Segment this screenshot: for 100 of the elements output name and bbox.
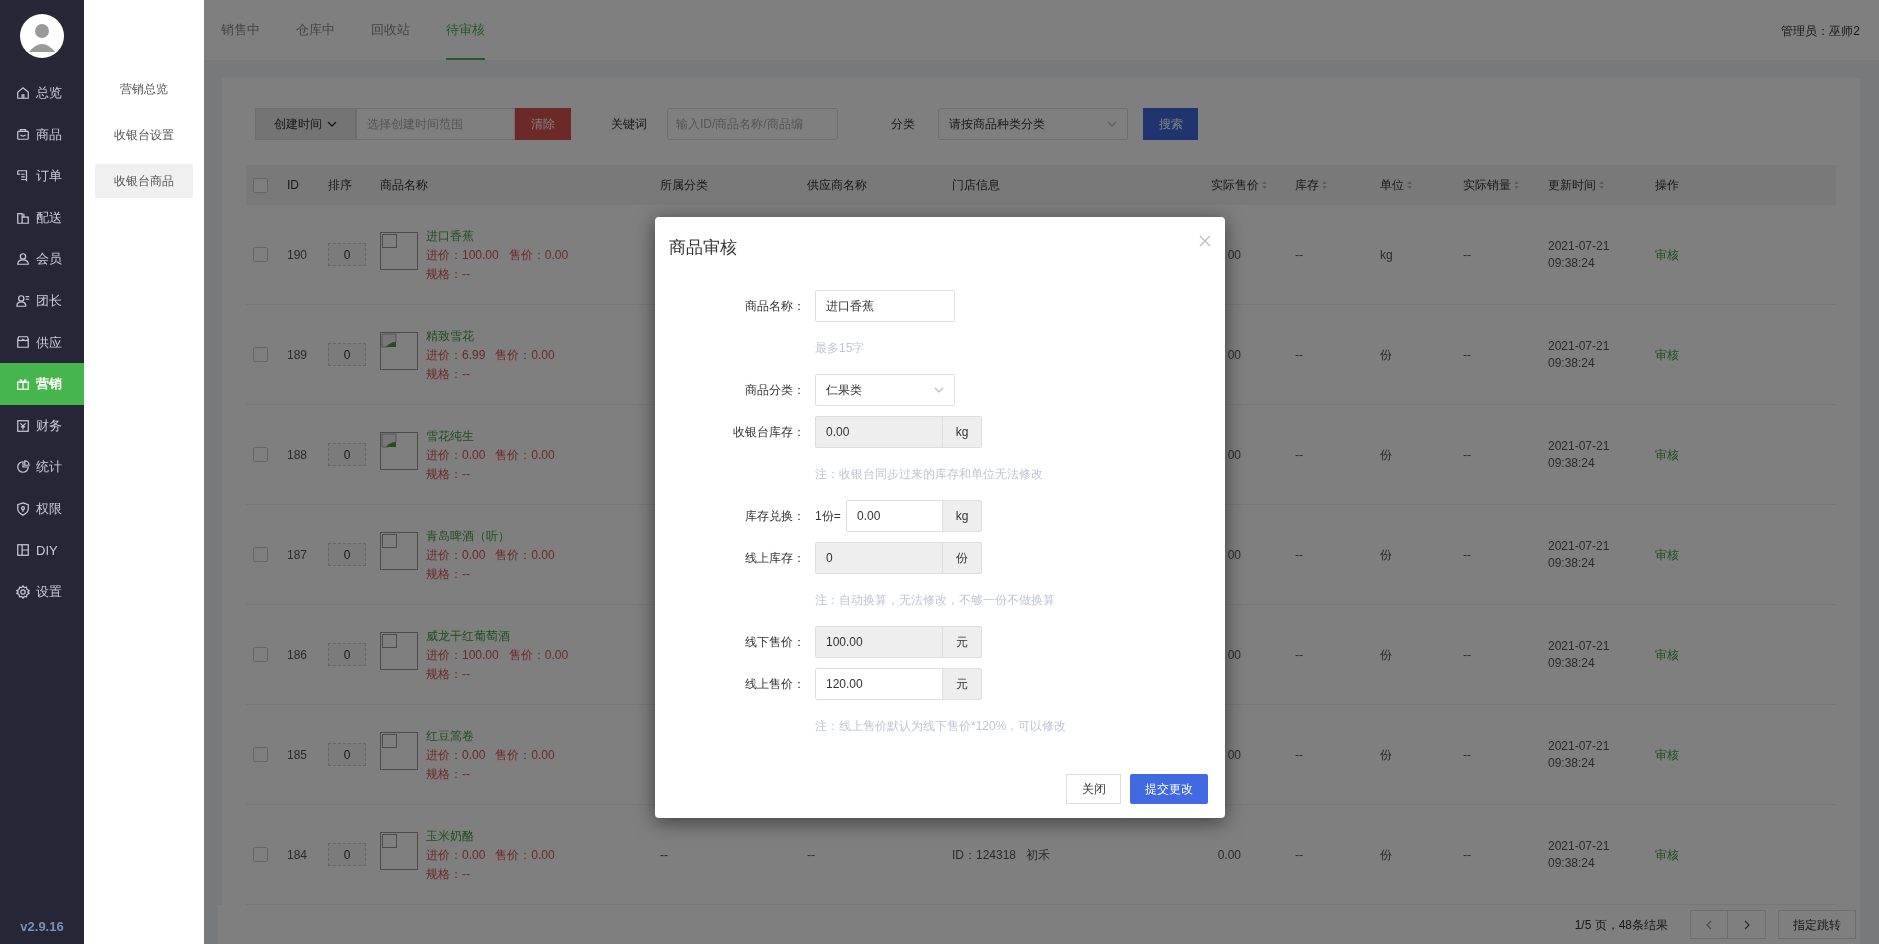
table-cell: -- [1463,447,1471,462]
submenu-item[interactable]: 收银台商品 [95,164,193,198]
table-cell: kg [1380,247,1393,262]
table-cell-text: 00 [1227,246,1241,264]
number-field[interactable]: 0.00 [815,416,943,448]
sidebar-item[interactable]: 营销 [0,363,84,405]
user-list-icon [16,293,30,308]
table-cell-text: 00 [1227,546,1241,564]
layout-icon [16,543,30,558]
chevron-left-icon [1706,919,1712,930]
user-icon [16,252,30,267]
chevron-down-icon [1107,121,1117,127]
table-cell: 184 [287,847,308,862]
prefix-text: 1份= [815,508,842,525]
pie-chart-icon [16,460,30,475]
table-cell-text: 00 [1227,446,1241,464]
review-link[interactable]: 审核 [1655,647,1679,662]
table-cell-text: 09:38:24 [1548,354,1596,372]
sort-icon[interactable] [1599,181,1604,189]
sort-field[interactable]: 0 [328,643,366,666]
category-select[interactable]: 请按商品种类分类 [938,108,1128,140]
sidebar-item[interactable]: 设置 [0,571,84,613]
sidebar-item[interactable]: 权限 [0,487,84,530]
sidebar-item[interactable]: 团长 [0,279,84,322]
product-name-link[interactable]: 进口香蕉 [426,227,569,244]
sale-price: 售价：0.00 [495,346,555,363]
sort-field[interactable]: 0 [328,243,366,266]
field-label: 商品分类： [745,382,805,399]
sale-price: 售价：0.00 [495,446,555,463]
prev-page-button[interactable] [1690,910,1728,939]
table-cell: 185 [287,747,308,762]
sidebar-item[interactable]: 财务 [0,404,84,447]
checkbox[interactable] [253,747,268,762]
submenu-item[interactable]: 收银台设置 [95,118,193,152]
product-name-link[interactable]: 精致雪花 [426,327,555,344]
clear-button[interactable]: 清除 [515,108,571,140]
sale-price: 售价：0.00 [495,546,555,563]
table-cell-text: 09:38:24 [1548,854,1596,872]
checkbox[interactable] [253,247,268,262]
review-link[interactable]: 审核 [1655,447,1679,462]
number-field[interactable]: 0.00 [846,500,943,532]
sidebar-item[interactable]: 总览 [0,72,84,114]
product-name-link[interactable]: 青岛啤酒（听） [426,527,555,544]
sort-field[interactable]: 0 [328,343,366,366]
number-field[interactable]: 120.00 [815,668,943,700]
category-select[interactable]: 仁果类 [815,374,955,406]
sidebar-item[interactable]: 会员 [0,238,84,280]
close-button[interactable] [1199,235,1211,247]
table-cell: -- [1463,547,1471,562]
sidebar-item[interactable]: 商品 [0,113,84,156]
chevron-down-icon [934,387,944,393]
table-cell-text: 09:38:24 [1548,654,1596,672]
review-link[interactable]: 审核 [1655,747,1679,762]
date-type-dropdown[interactable]: 创建时间 [255,108,356,140]
sort-icon[interactable] [1407,181,1412,189]
number-field[interactable]: 100.00 [815,626,943,658]
search-button[interactable]: 搜索 [1143,108,1198,140]
submit-button[interactable]: 提交更改 [1130,774,1208,804]
review-link[interactable]: 审核 [1655,547,1679,562]
sidebar-item[interactable]: DIY [0,529,84,572]
product-name-link[interactable]: 威龙干红葡萄酒 [426,627,569,644]
sort-field[interactable]: 0 [328,443,366,466]
checkbox[interactable] [253,347,268,362]
avatar-icon[interactable] [20,14,64,58]
table-cell: -- [1463,347,1471,362]
product-name-link[interactable]: 雪花纯生 [426,427,555,444]
checkbox[interactable] [253,547,268,562]
jump-button[interactable]: 指定跳转 [1778,910,1856,939]
next-page-button[interactable] [1728,910,1766,939]
table-cell: -- [807,847,815,862]
product-name-link[interactable]: 玉米奶酪 [426,827,555,844]
sort-field[interactable]: 0 [328,743,366,766]
review-link[interactable]: 审核 [1655,247,1679,262]
store-icon [16,335,30,350]
category-label: 分类 [891,116,915,133]
checkbox[interactable] [253,647,268,662]
sort-field[interactable]: 0 [328,843,366,866]
sidebar-item[interactable]: 供应 [0,321,84,364]
sort-icon[interactable] [1322,181,1327,189]
gift-icon [16,376,30,391]
close-dialog-button[interactable]: 关闭 [1066,774,1121,804]
sort-icon[interactable] [1514,181,1519,189]
sidebar-item[interactable]: 配送 [0,196,84,239]
checkbox[interactable] [253,847,268,862]
checkbox[interactable] [253,177,268,193]
table-cell: 190 [287,247,308,262]
review-link[interactable]: 审核 [1655,847,1679,862]
sidebar-item[interactable]: 订单 [0,155,84,197]
checkbox[interactable] [253,447,268,462]
sort-icon[interactable] [1262,181,1267,189]
number-field[interactable]: 0 [815,542,943,574]
review-link[interactable]: 审核 [1655,347,1679,362]
submenu-item[interactable]: 营销总览 [95,72,193,106]
sort-field[interactable]: 0 [328,543,366,566]
text-field[interactable]: 进口香蕉 [815,290,955,322]
spec-text: 规格：-- [426,665,471,682]
tab[interactable]: 回收站 [371,0,410,60]
sidebar-item[interactable]: 统计 [0,446,84,488]
column-header: 排序 [328,177,352,194]
product-name-link[interactable]: 红豆篙卷 [426,727,555,744]
